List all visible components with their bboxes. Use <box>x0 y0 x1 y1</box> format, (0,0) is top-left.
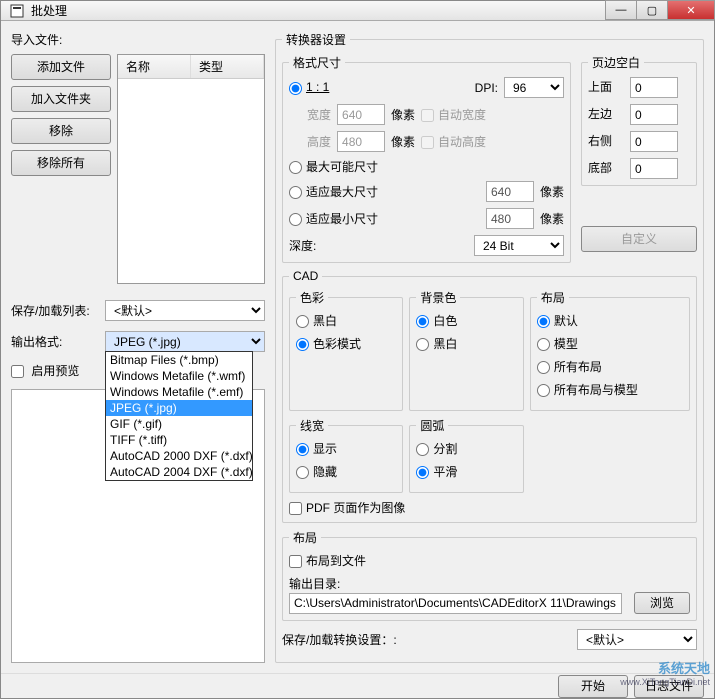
margins-group: 页边空白 上面 左边 右侧 底部 <box>581 54 697 186</box>
pdf-as-image-check[interactable]: PDF 页面作为图像 <box>289 501 405 515</box>
bg-black[interactable]: 黑白 <box>416 335 516 352</box>
add-file-button[interactable]: 添加文件 <box>11 54 111 80</box>
col-name: 名称 <box>118 55 191 78</box>
width-label: 宽度 <box>307 106 331 123</box>
auto-height-check: 自动高度 <box>421 133 486 150</box>
import-label: 导入文件: <box>11 31 265 48</box>
layout-to-file-check[interactable]: 布局到文件 <box>289 554 366 568</box>
ratio-1-1[interactable]: 1 : 1 <box>289 80 329 94</box>
layout-output-group: 布局 布局到文件 输出目录: 浏览 <box>282 529 697 621</box>
auto-width-check: 自动宽度 <box>421 106 486 123</box>
browse-button[interactable]: 浏览 <box>634 592 690 614</box>
margin-bottom-input[interactable] <box>630 158 678 179</box>
margin-right-input[interactable] <box>630 131 678 152</box>
max-possible[interactable]: 最大可能尺寸 <box>289 158 378 175</box>
file-list[interactable]: 名称 类型 <box>117 54 265 284</box>
remove-all-button[interactable]: 移除所有 <box>11 150 111 176</box>
width-input[interactable] <box>337 104 385 125</box>
custom-button[interactable]: 自定义 <box>581 226 697 252</box>
save-convert-label: 保存/加载转换设置：: <box>282 631 573 648</box>
height-input[interactable] <box>337 131 385 152</box>
fit-max-input[interactable] <box>486 181 534 202</box>
cad-group: CAD 色彩 黑白 色彩模式 背景色 白色 <box>282 269 697 523</box>
converter-settings-legend: 转换器设置 <box>282 31 350 48</box>
output-dir-input[interactable] <box>289 593 622 614</box>
bgcolor-group: 背景色 白色 黑白 <box>409 289 523 411</box>
window-controls: — ▢ ✕ <box>605 1 714 20</box>
margin-right-label: 右侧 <box>588 131 624 152</box>
enable-preview-checkbox[interactable] <box>11 365 24 378</box>
format-option[interactable]: Windows Metafile (*.emf) <box>106 384 252 400</box>
save-list-label: 保存/加载列表: <box>11 302 101 319</box>
output-dir-label: 输出目录: <box>289 575 690 592</box>
lw-show[interactable]: 显示 <box>296 440 396 457</box>
save-list-select[interactable]: <默认> <box>105 300 265 321</box>
color-mode[interactable]: 色彩模式 <box>296 335 396 352</box>
format-option-selected[interactable]: JPEG (*.jpg) <box>106 400 252 416</box>
dpi-label: DPI: <box>475 81 498 95</box>
save-convert-select[interactable]: <默认> <box>577 629 697 650</box>
format-size-group: 格式尺寸 1 : 1 DPI: 96 宽度 像素 自动宽度 <box>282 54 571 263</box>
layout-model[interactable]: 模型 <box>537 335 683 352</box>
app-icon <box>9 3 25 19</box>
layout-all[interactable]: 所有布局 <box>537 358 683 375</box>
color-bw[interactable]: 黑白 <box>296 312 396 329</box>
layout-group: 布局 默认 模型 所有布局 所有布局与模型 <box>530 289 690 411</box>
format-option[interactable]: AutoCAD 2004 DXF (*.dxf) <box>106 464 252 480</box>
arc-split[interactable]: 分割 <box>416 440 516 457</box>
linewidth-group: 线宽 显示 隐藏 <box>289 417 403 493</box>
col-type: 类型 <box>191 55 264 78</box>
fit-min-input[interactable] <box>486 208 534 229</box>
left-panel: 导入文件: 添加文件 加入文件夹 移除 移除所有 名称 类型 保存/加载列表: <box>11 31 265 663</box>
layout-all-model[interactable]: 所有布局与模型 <box>537 381 683 398</box>
window: 批处理 — ▢ ✕ 导入文件: 添加文件 加入文件夹 移除 移除所有 名称 类型 <box>0 0 715 699</box>
margin-left-input[interactable] <box>630 104 678 125</box>
body: 导入文件: 添加文件 加入文件夹 移除 移除所有 名称 类型 保存/加载列表: <box>1 21 714 673</box>
dpi-select[interactable]: 96 <box>504 77 564 98</box>
output-format-select[interactable]: JPEG (*.jpg) <box>105 331 265 352</box>
start-button[interactable]: 开始 <box>558 675 628 698</box>
format-option[interactable]: TIFF (*.tiff) <box>106 432 252 448</box>
output-format-label: 输出格式: <box>11 333 101 350</box>
converter-settings: 转换器设置 格式尺寸 1 : 1 DPI: 96 宽度 <box>275 31 704 663</box>
format-option[interactable]: Windows Metafile (*.wmf) <box>106 368 252 384</box>
close-button[interactable]: ✕ <box>667 0 715 20</box>
px-label: 像素 <box>391 106 415 123</box>
fit-max[interactable]: 适应最大尺寸 <box>289 183 480 200</box>
file-list-header: 名称 类型 <box>118 55 264 79</box>
arc-smooth[interactable]: 平滑 <box>416 463 516 480</box>
lw-hide[interactable]: 隐藏 <box>296 463 396 480</box>
bg-white[interactable]: 白色 <box>416 312 516 329</box>
output-format-dropdown[interactable]: Bitmap Files (*.bmp) Windows Metafile (*… <box>105 351 253 481</box>
footer: 开始 日志文件 系统天地 www.XiTongTianDi.net <box>1 673 714 698</box>
margin-top-label: 上面 <box>588 77 624 98</box>
minimize-button[interactable]: — <box>605 0 637 20</box>
margin-top-input[interactable] <box>630 77 678 98</box>
format-option[interactable]: GIF (*.gif) <box>106 416 252 432</box>
height-label: 高度 <box>307 133 331 150</box>
format-option[interactable]: Bitmap Files (*.bmp) <box>106 352 252 368</box>
depth-label: 深度: <box>289 237 316 254</box>
enable-preview-checkbox-label[interactable]: 启用预览 <box>11 362 79 379</box>
maximize-button[interactable]: ▢ <box>636 0 668 20</box>
layout-default[interactable]: 默认 <box>537 312 683 329</box>
fit-min[interactable]: 适应最小尺寸 <box>289 210 480 227</box>
margin-left-label: 左边 <box>588 104 624 125</box>
depth-select[interactable]: 24 Bit <box>474 235 564 256</box>
titlebar: 批处理 — ▢ ✕ <box>1 1 714 21</box>
margin-bottom-label: 底部 <box>588 158 624 179</box>
window-title: 批处理 <box>31 2 605 19</box>
remove-button[interactable]: 移除 <box>11 118 111 144</box>
right-panel: 转换器设置 格式尺寸 1 : 1 DPI: 96 宽度 <box>275 31 704 663</box>
arc-group: 圆弧 分割 平滑 <box>409 417 523 493</box>
add-folder-button[interactable]: 加入文件夹 <box>11 86 111 112</box>
log-button[interactable]: 日志文件 <box>634 675 704 698</box>
px-label: 像素 <box>391 133 415 150</box>
format-option[interactable]: AutoCAD 2000 DXF (*.dxf) <box>106 448 252 464</box>
color-group: 色彩 黑白 色彩模式 <box>289 289 403 411</box>
